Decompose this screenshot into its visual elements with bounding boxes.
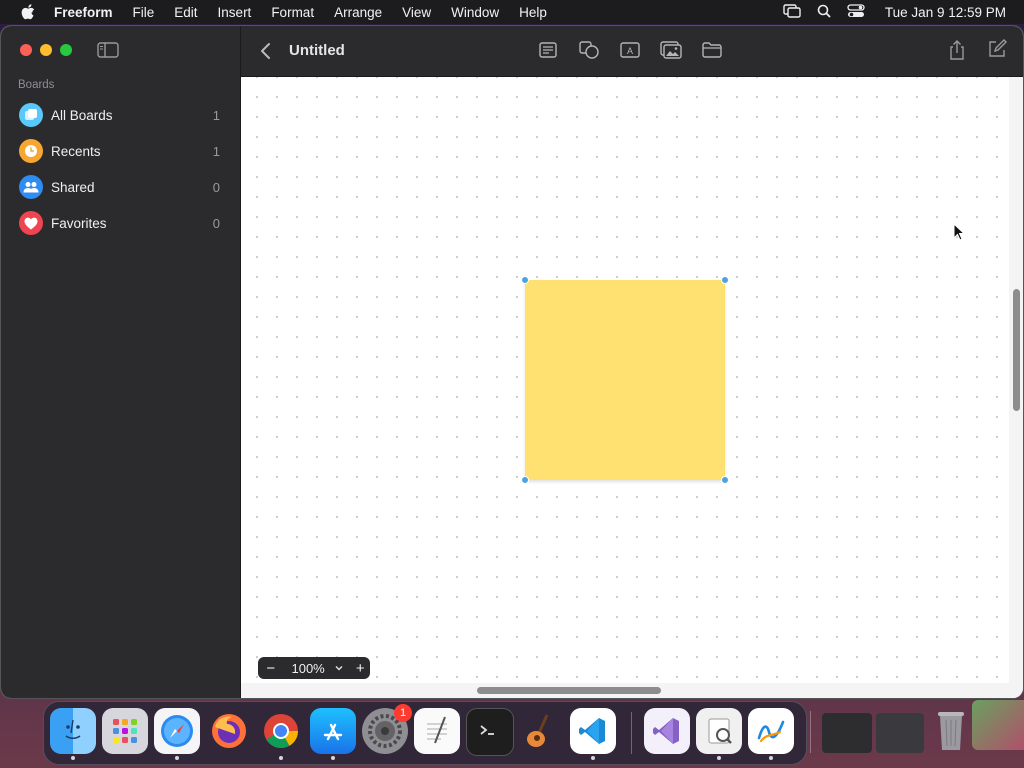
spotlight-search-icon[interactable]: [817, 4, 831, 21]
sidebar-item-label: All Boards: [51, 107, 113, 123]
horizontal-scrollbar[interactable]: [241, 683, 1023, 698]
app-store-icon[interactable]: [310, 708, 356, 760]
board-canvas[interactable]: − 100% +: [241, 77, 1009, 683]
shapes-icon[interactable]: [578, 39, 600, 61]
settings-icon[interactable]: 1: [362, 704, 412, 754]
media-icon[interactable]: [660, 39, 682, 61]
close-window-button[interactable]: [20, 44, 32, 56]
firefox-icon[interactable]: [206, 708, 252, 754]
dock-separator: [810, 711, 811, 753]
sidebar: Boards All Boards 1 Recents 1 Shared 0 F…: [1, 26, 241, 698]
vertical-scrollbar[interactable]: [1009, 77, 1023, 683]
menu-view[interactable]: View: [402, 5, 431, 20]
sidebar-item-label: Favorites: [51, 215, 107, 231]
people-icon: [19, 175, 43, 199]
menu-bar: Freeform File Edit Insert Format Arrange…: [0, 0, 1024, 24]
safari-icon[interactable]: [154, 708, 200, 760]
freeform-window: Boards All Boards 1 Recents 1 Shared 0 F…: [1, 26, 1023, 698]
minimize-window-button[interactable]: [40, 44, 52, 56]
sidebar-list: All Boards 1 Recents 1 Shared 0 Favorite…: [1, 97, 240, 241]
vscode-icon[interactable]: [570, 708, 616, 760]
svg-text:A: A: [627, 46, 633, 56]
preview-icon[interactable]: [696, 708, 742, 760]
background-window-thumbnail: [972, 700, 1024, 750]
zoom-in-button[interactable]: +: [351, 660, 370, 677]
zoom-control: − 100% +: [258, 657, 370, 679]
sidebar-item-count: 1: [212, 143, 220, 159]
notification-badge: 1: [394, 704, 412, 722]
back-chevron-icon[interactable]: [259, 41, 273, 61]
resize-handle-bottom-left[interactable]: [521, 476, 529, 484]
menu-file[interactable]: File: [133, 5, 155, 20]
fullscreen-window-button[interactable]: [60, 44, 72, 56]
apple-icon[interactable]: [18, 2, 38, 22]
sidebar-item-label: Recents: [51, 143, 101, 159]
toolbar: Untitled A: [241, 26, 1023, 77]
dock: 1: [43, 701, 807, 765]
zoom-out-button[interactable]: −: [261, 660, 280, 677]
resize-handle-top-right[interactable]: [721, 276, 729, 284]
textedit-icon[interactable]: [414, 708, 460, 754]
window-controls: [20, 44, 72, 56]
chevron-down-icon[interactable]: [333, 662, 345, 674]
menu-app-name[interactable]: Freeform: [54, 5, 113, 20]
running-indicator: [717, 756, 721, 760]
vertical-scroll-thumb[interactable]: [1013, 289, 1020, 411]
resize-handle-bottom-right[interactable]: [721, 476, 729, 484]
visual-studio-icon[interactable]: [644, 708, 690, 754]
horizontal-scroll-thumb[interactable]: [477, 687, 661, 694]
menu-edit[interactable]: Edit: [174, 5, 197, 20]
sidebar-toggle-icon[interactable]: [97, 42, 119, 58]
sidebar-item-recents[interactable]: Recents 1: [1, 133, 240, 169]
launchpad-icon[interactable]: [102, 708, 148, 754]
trash-icon[interactable]: [932, 708, 970, 752]
screen-mirroring-icon[interactable]: [783, 3, 801, 21]
sidebar-item-shared[interactable]: Shared 0: [1, 169, 240, 205]
sidebar-item-count: 0: [212, 215, 220, 231]
window-thumbnail-icon[interactable]: [822, 713, 872, 753]
menu-arrange[interactable]: Arrange: [334, 5, 382, 20]
finder-icon[interactable]: [50, 708, 96, 760]
running-indicator: [591, 756, 595, 760]
menu-help[interactable]: Help: [519, 5, 547, 20]
heart-icon: [19, 211, 43, 235]
running-indicator: [71, 756, 75, 760]
freeform-icon[interactable]: [748, 708, 794, 760]
clock-icon: [19, 139, 43, 163]
control-center-icon[interactable]: [847, 3, 865, 21]
insert-tools: A: [537, 39, 723, 61]
mouse-pointer-icon: [953, 222, 966, 241]
chrome-icon[interactable]: [258, 708, 304, 760]
guitar-icon[interactable]: [518, 708, 564, 754]
menubar-clock[interactable]: Tue Jan 9 12:59 PM: [885, 5, 1006, 20]
sidebar-heading: Boards: [18, 79, 55, 91]
sticky-note[interactable]: [521, 276, 729, 484]
text-box-icon[interactable]: A: [619, 39, 641, 61]
sticky-note-icon[interactable]: [537, 39, 559, 61]
boards-icon: [19, 103, 43, 127]
running-indicator: [175, 756, 179, 760]
sidebar-item-label: Shared: [51, 179, 95, 195]
sidebar-item-count: 1: [212, 107, 220, 123]
running-indicator: [331, 756, 335, 760]
terminal-icon[interactable]: [466, 708, 514, 756]
zoom-level[interactable]: 100%: [291, 661, 328, 676]
share-icon[interactable]: [947, 39, 969, 61]
menu-format[interactable]: Format: [271, 5, 314, 20]
menu-window[interactable]: Window: [451, 5, 499, 20]
dock-separator: [631, 712, 632, 754]
sidebar-item-favorites[interactable]: Favorites 0: [1, 205, 240, 241]
folder-icon[interactable]: [701, 39, 723, 61]
running-indicator: [769, 756, 773, 760]
menu-insert[interactable]: Insert: [218, 5, 252, 20]
resize-handle-top-left[interactable]: [521, 276, 529, 284]
running-indicator: [279, 756, 283, 760]
window-thumbnail-icon[interactable]: [876, 713, 924, 753]
sidebar-item-all-boards[interactable]: All Boards 1: [1, 97, 240, 133]
board-title[interactable]: Untitled: [289, 42, 345, 59]
compose-icon[interactable]: [987, 39, 1009, 61]
sidebar-item-count: 0: [212, 179, 220, 195]
